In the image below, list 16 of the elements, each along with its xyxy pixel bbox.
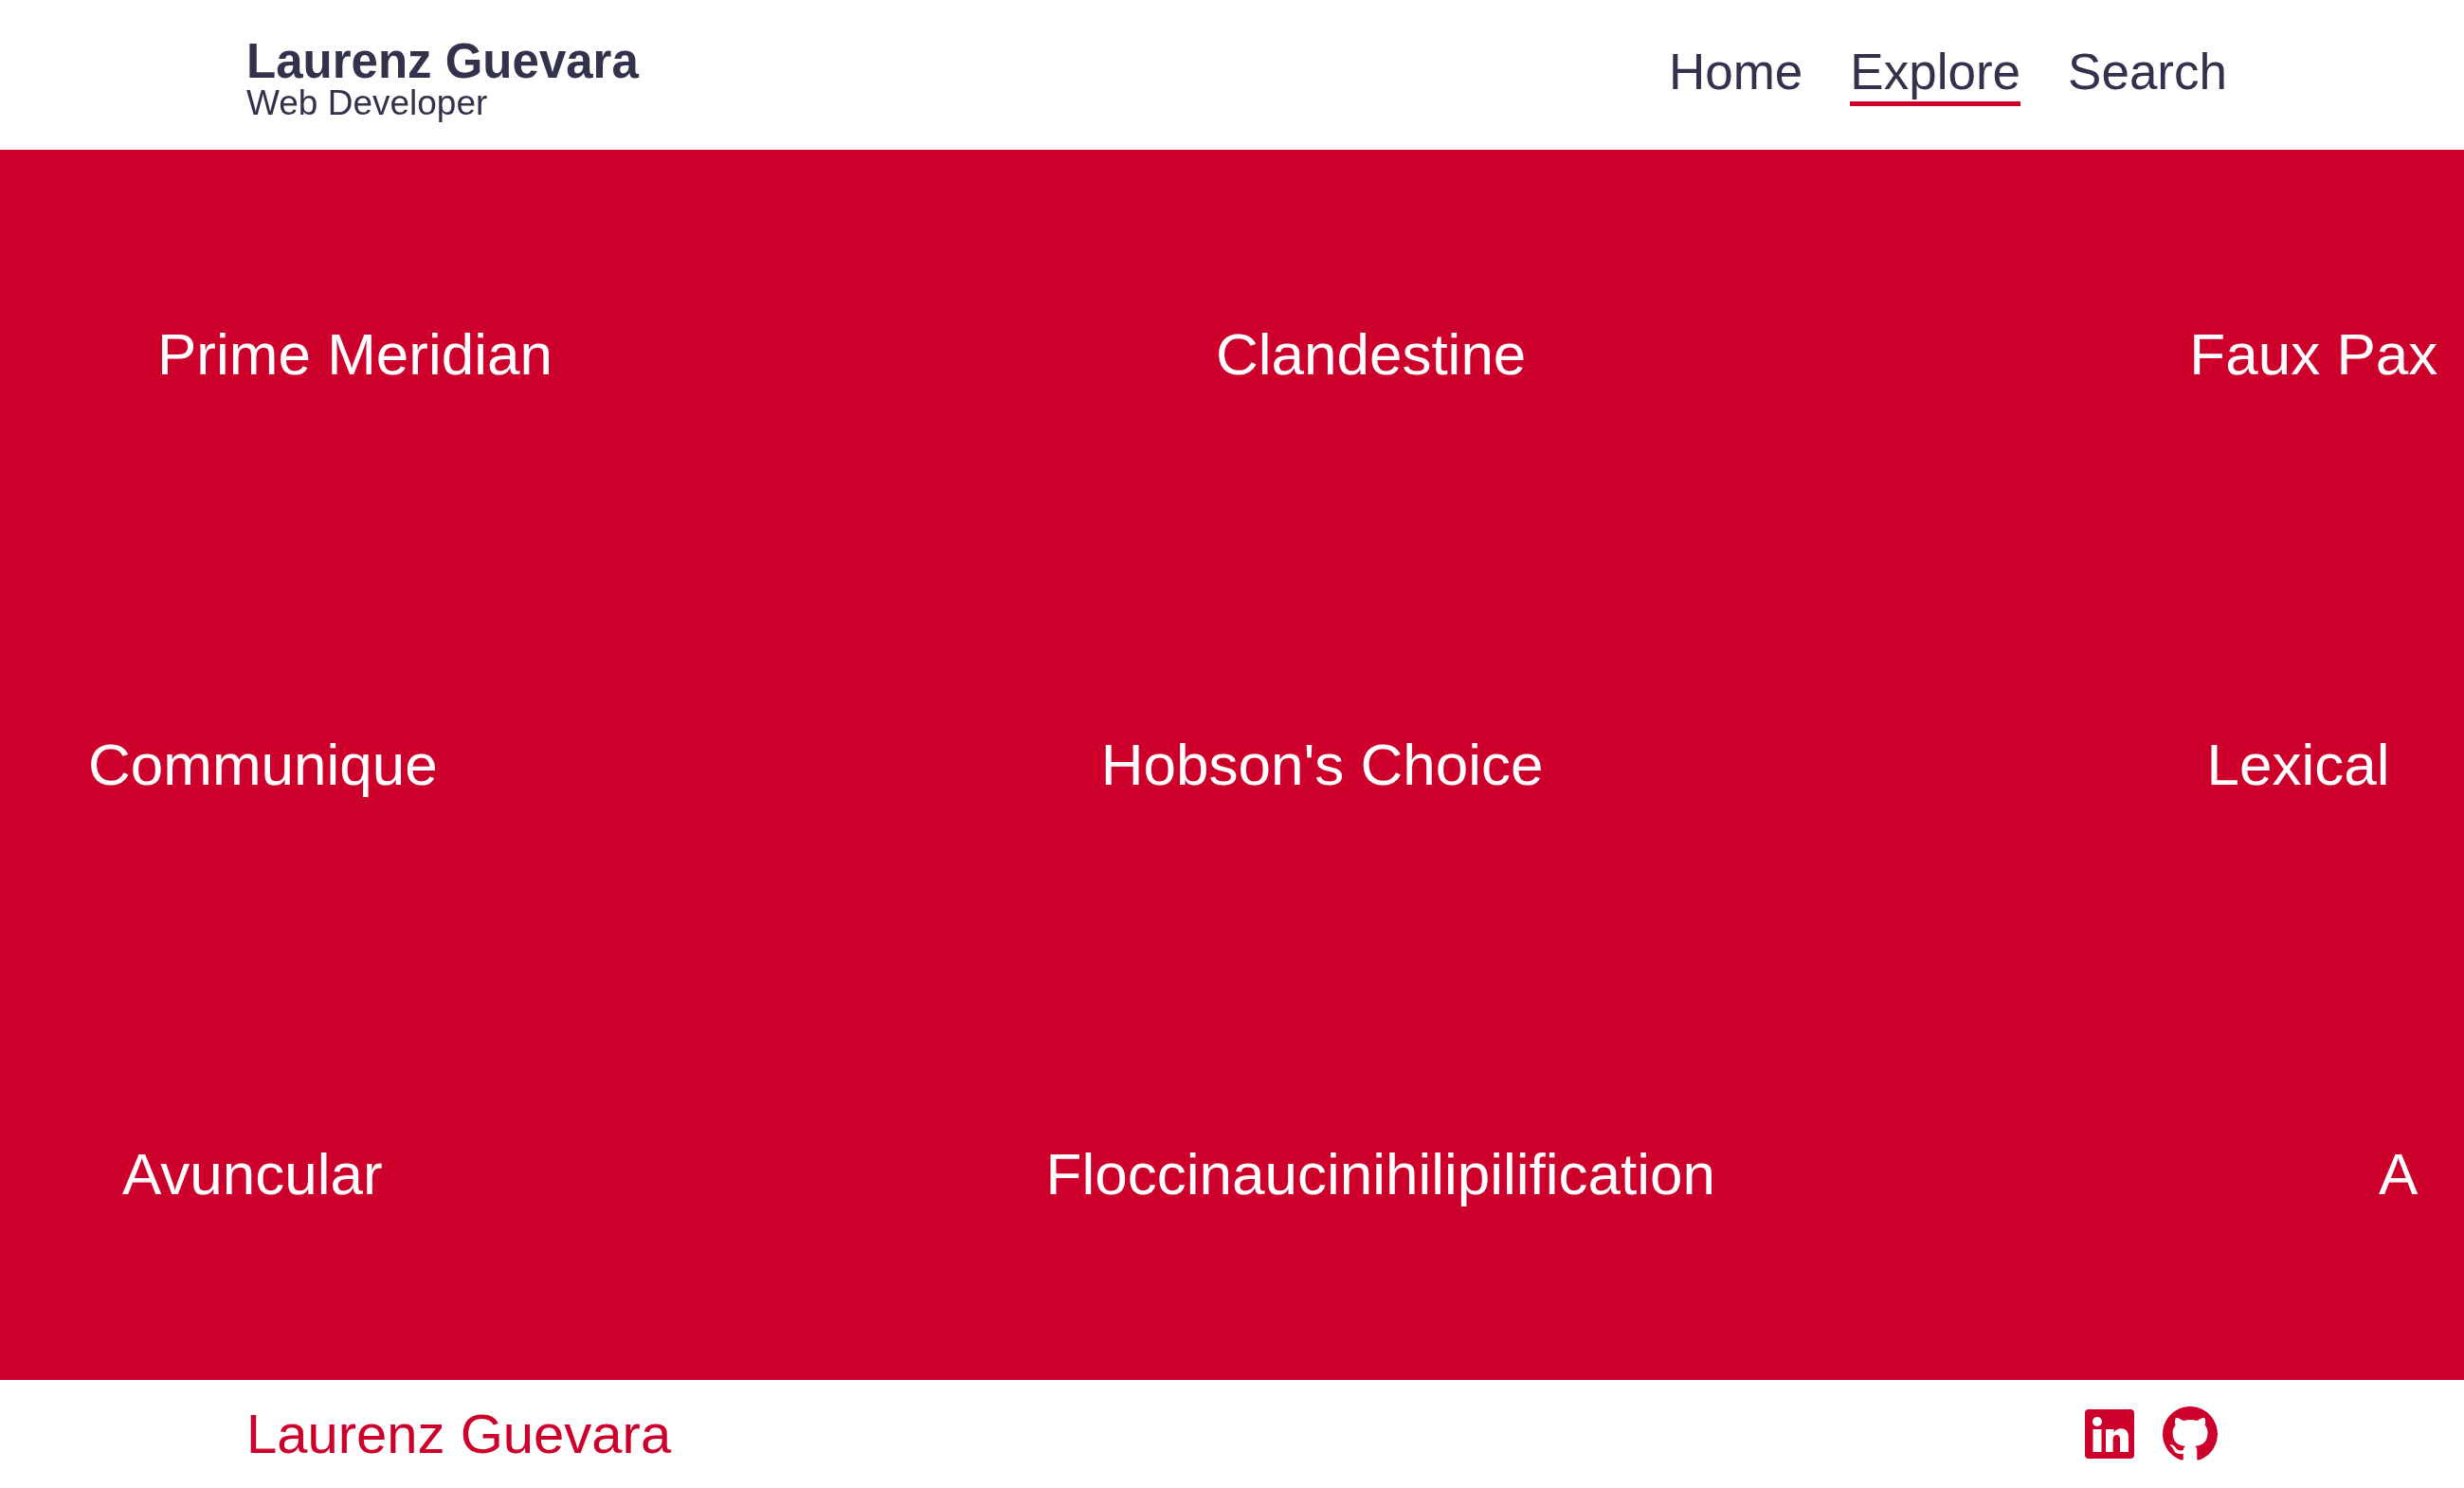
- word-link[interactable]: Prime Meridian: [157, 319, 553, 390]
- in-square-icon[interactable]: [2085, 1409, 2134, 1459]
- word-link[interactable]: Faux Pax: [2189, 319, 2438, 390]
- word-link[interactable]: Hobson's Choice: [1100, 729, 1544, 801]
- word-link[interactable]: Lexical: [2206, 729, 2390, 801]
- site-tagline: Web Developer: [246, 85, 488, 120]
- word-link[interactable]: Clandestine: [1215, 319, 1527, 390]
- word-link[interactable]: Avuncular: [122, 1139, 383, 1210]
- site-name: Laurenz Guevara: [246, 37, 639, 85]
- nav-link[interactable]: Explore: [1850, 44, 2021, 106]
- nav-link[interactable]: Home: [1668, 44, 1803, 106]
- word-link[interactable]: Communique: [88, 729, 438, 801]
- nav-link[interactable]: Search: [2068, 44, 2227, 106]
- word-link[interactable]: Floccinaucinihilipilification: [1045, 1139, 1716, 1210]
- footer-name: Laurenz Guevara: [246, 1402, 672, 1466]
- word-link[interactable]: A: [2379, 1139, 2419, 1210]
